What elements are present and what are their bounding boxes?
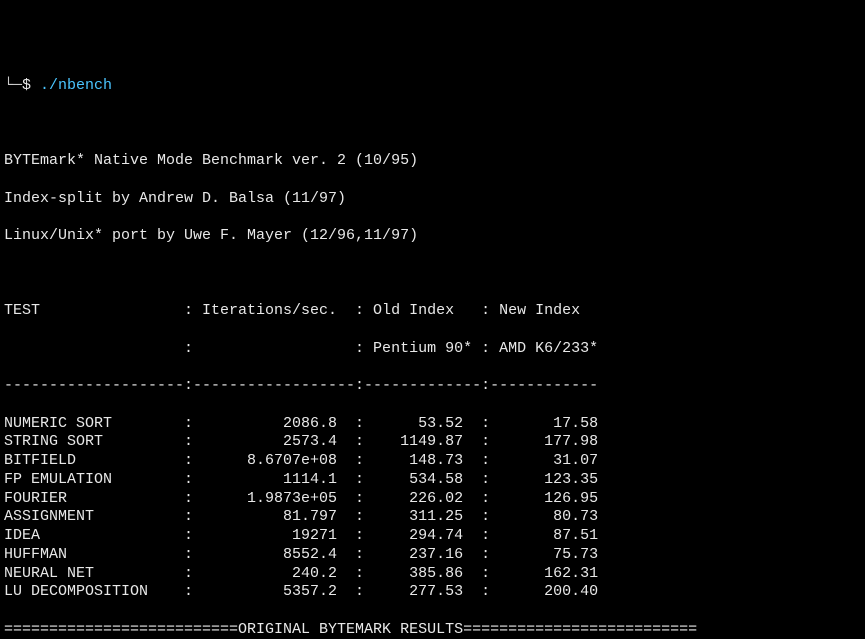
header-line-1: BYTEmark* Native Mode Benchmark ver. 2 (… <box>4 152 865 171</box>
test-row: LU DECOMPOSITION : 5357.2 : 277.53 : 200… <box>4 583 865 602</box>
test-row: IDEA : 19271 : 294.74 : 87.51 <box>4 527 865 546</box>
table-header-dashes: --------------------:------------------:… <box>4 377 865 396</box>
blank-line <box>4 115 865 134</box>
test-row: NUMERIC SORT : 2086.8 : 53.52 : 17.58 <box>4 415 865 434</box>
command-text: ./nbench <box>40 77 112 94</box>
prompt-line[interactable]: └─$ ./nbench <box>4 77 865 96</box>
test-row: BITFIELD : 8.6707e+08 : 148.73 : 31.07 <box>4 452 865 471</box>
orig-results-header: ==========================ORIGINAL BYTEM… <box>4 621 865 639</box>
header-line-2: Index-split by Andrew D. Balsa (11/97) <box>4 190 865 209</box>
header-line-3: Linux/Unix* port by Uwe F. Mayer (12/96,… <box>4 227 865 246</box>
test-row: ASSIGNMENT : 81.797 : 311.25 : 80.73 <box>4 508 865 527</box>
table-header-1: TEST : Iterations/sec. : Old Index : New… <box>4 302 865 321</box>
prompt-dollar: $ <box>22 77 31 94</box>
prompt-corner: └─ <box>4 77 22 94</box>
test-row: FP EMULATION : 1114.1 : 534.58 : 123.35 <box>4 471 865 490</box>
test-row: STRING SORT : 2573.4 : 1149.87 : 177.98 <box>4 433 865 452</box>
blank-line <box>4 265 865 284</box>
table-header-2: : : Pentium 90* : AMD K6/233* <box>4 340 865 359</box>
test-row: HUFFMAN : 8552.4 : 237.16 : 75.73 <box>4 546 865 565</box>
test-row: NEURAL NET : 240.2 : 385.86 : 162.31 <box>4 565 865 584</box>
test-row: FOURIER : 1.9873e+05 : 226.02 : 126.95 <box>4 490 865 509</box>
